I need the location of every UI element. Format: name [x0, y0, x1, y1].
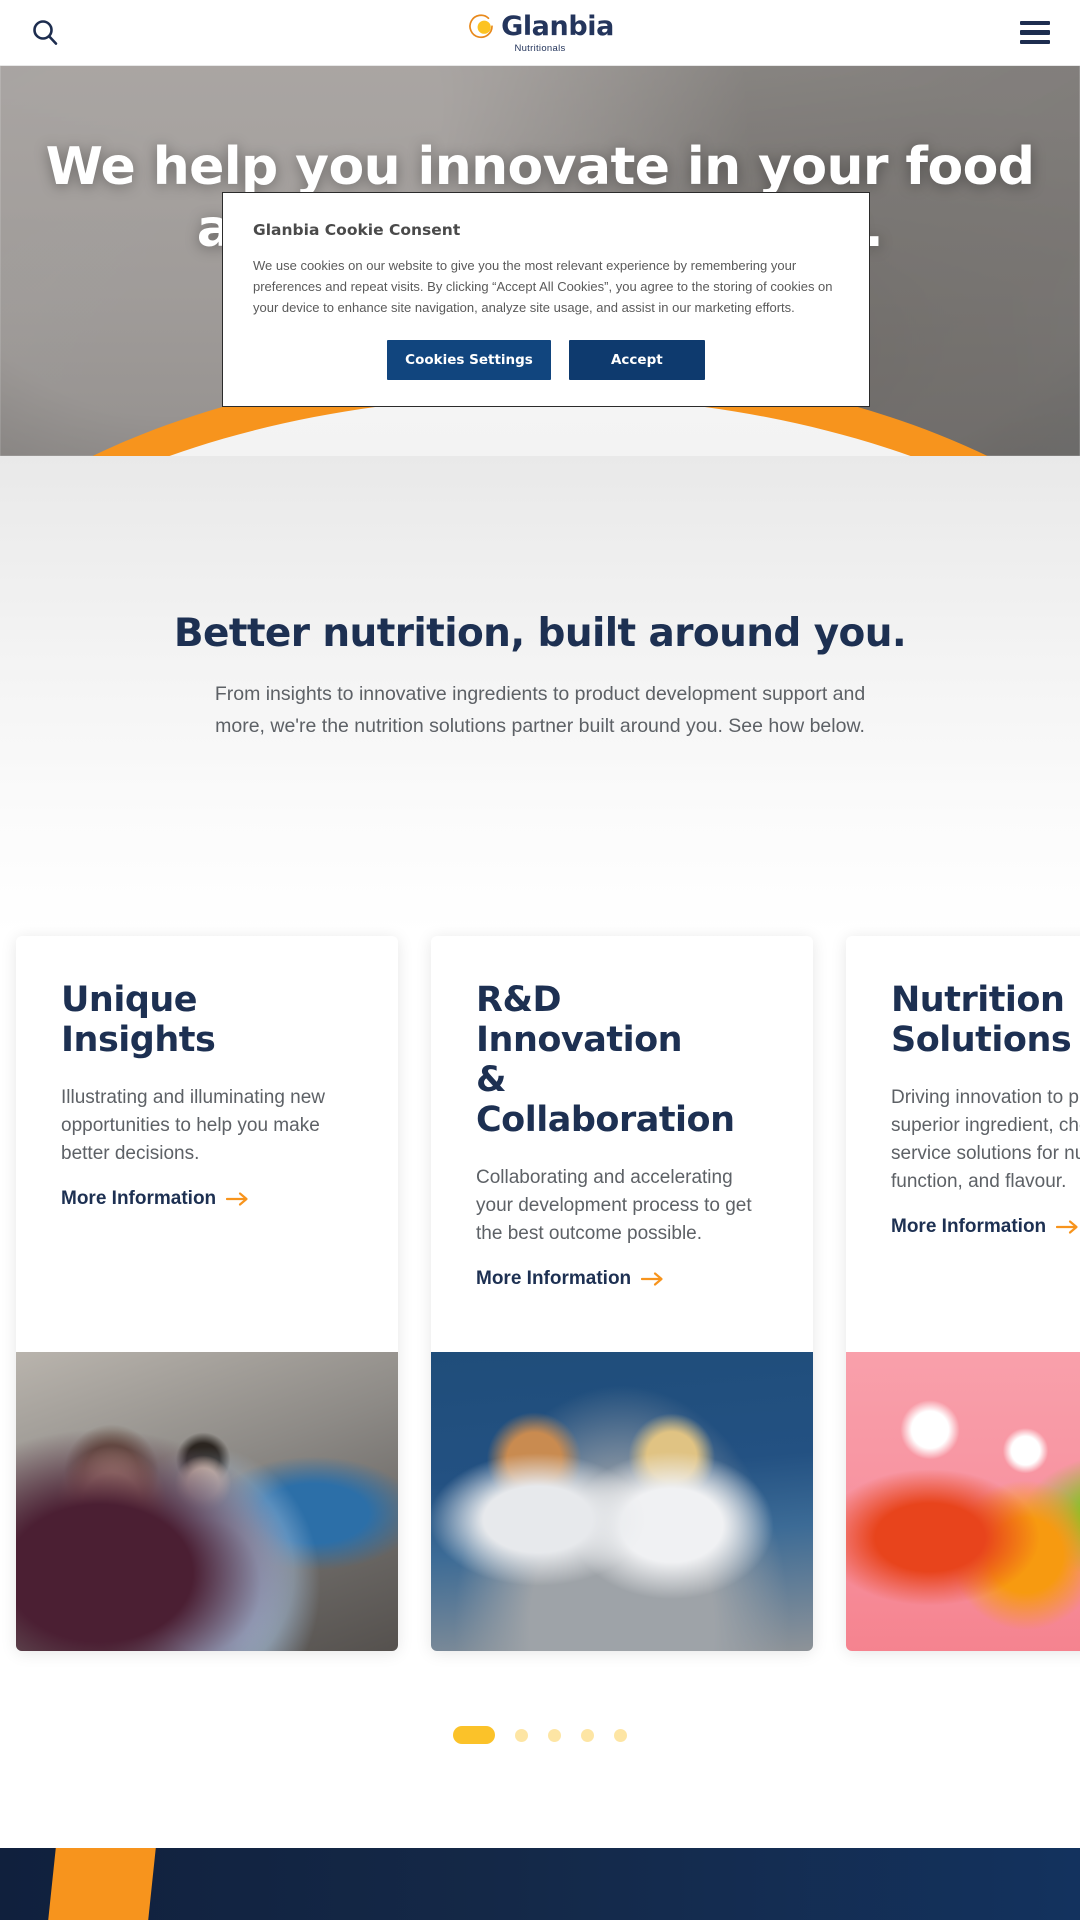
carousel-dot[interactable]: [453, 1726, 495, 1744]
card-image: [431, 1352, 813, 1651]
card-body: Unique Insights Illustrating and illumin…: [16, 936, 398, 1352]
lab-scientists-kitchen-photo: [431, 1352, 813, 1651]
arrow-right-icon: [641, 1272, 663, 1286]
hamburger-menu-icon: [1020, 30, 1050, 35]
carousel-dot[interactable]: [614, 1728, 627, 1742]
hamburger-menu-icon: [1020, 20, 1050, 26]
search-icon: [33, 19, 58, 45]
intro-section: Better nutrition, built around you. From…: [0, 456, 1080, 936]
arrow-right-icon: [1056, 1220, 1078, 1234]
site-header: Glanbia Nutritionals: [0, 0, 1080, 66]
logo-wordmark: Glanbia: [501, 11, 614, 42]
card-image: [846, 1352, 1080, 1651]
intro-copy: From insights to innovative ingredients …: [214, 683, 866, 737]
more-information-link[interactable]: More Information: [476, 1268, 768, 1290]
glanbia-circle-logo-icon: [469, 13, 493, 38]
more-information-link[interactable]: More Information: [891, 1216, 1080, 1238]
card-body: Nutrition Solutions Driving innovation t…: [846, 936, 1080, 1352]
card-image: [16, 1352, 398, 1651]
page-title: Better nutrition, built around you.: [173, 611, 907, 656]
cookie-consent-dialog: Glanbia Cookie Consent We use cookies on…: [222, 192, 870, 407]
footer-orange-accent: [48, 1848, 156, 1920]
card-title: Unique Insights: [61, 980, 216, 1060]
card-title: R&D Innovation & Collaboration: [476, 980, 735, 1140]
cards-carousel: Unique Insights Illustrating and illumin…: [0, 936, 1080, 1651]
card-link-label: More Information: [891, 1216, 1047, 1237]
more-information-link[interactable]: More Information: [61, 1188, 353, 1210]
arrow-right-icon: [226, 1192, 248, 1206]
hamburger-menu-icon: [1020, 39, 1050, 45]
carousel-dot[interactable]: [548, 1728, 561, 1742]
card-rd-innovation-collaboration[interactable]: R&D Innovation & Collaboration Collabora…: [431, 936, 813, 1651]
hamburger-menu-button[interactable]: [1012, 10, 1058, 56]
office-whiteboard-meeting-photo: [16, 1352, 398, 1651]
card-description: Collaborating and accelerating your deve…: [476, 1167, 752, 1244]
card-title: Nutrition Solutions: [891, 980, 1072, 1060]
cookie-consent-actions: Cookies Settings Accept: [253, 340, 839, 380]
carousel-pagination: [0, 1726, 1080, 1744]
search-button[interactable]: [22, 10, 68, 56]
site-logo[interactable]: Glanbia Nutritionals: [466, 11, 614, 54]
carousel-track[interactable]: Unique Insights Illustrating and illumin…: [16, 936, 1080, 1651]
card-description: Driving innovation to provide superior i…: [891, 1087, 1080, 1192]
carousel-dot[interactable]: [515, 1728, 528, 1742]
logo-subtitle: Nutritionals: [514, 43, 566, 54]
card-link-label: More Information: [61, 1188, 217, 1209]
carousel-dot[interactable]: [581, 1728, 594, 1742]
colored-juice-bottles-photo: [846, 1352, 1080, 1651]
site-footer: [0, 1848, 1080, 1920]
card-nutrition-solutions[interactable]: Nutrition Solutions Driving innovation t…: [846, 936, 1080, 1651]
cookie-consent-title: Glanbia Cookie Consent: [253, 221, 461, 239]
card-body: R&D Innovation & Collaboration Collabora…: [431, 936, 813, 1352]
card-unique-insights[interactable]: Unique Insights Illustrating and illumin…: [16, 936, 398, 1651]
cookie-consent-text: We use cookies on our website to give yo…: [253, 258, 833, 315]
card-description: Illustrating and illuminating new opport…: [61, 1087, 326, 1164]
cookies-settings-button[interactable]: Cookies Settings: [387, 340, 551, 380]
card-link-label: More Information: [476, 1268, 632, 1289]
accept-cookies-button[interactable]: Accept: [568, 340, 705, 380]
